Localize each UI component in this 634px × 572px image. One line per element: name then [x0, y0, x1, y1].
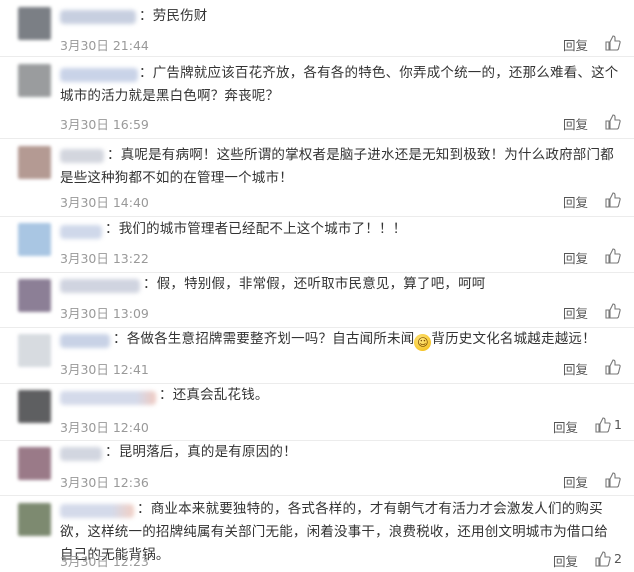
reply-button[interactable]: 回复: [563, 472, 588, 491]
reply-button[interactable]: 回复: [563, 114, 588, 133]
comment-item: ：还真会乱花钱。 3月30日 12:40 回复 1: [0, 384, 634, 441]
comment-time: 3月30日 12:36: [60, 475, 149, 490]
like-count: 1: [614, 417, 622, 432]
reply-button[interactable]: 回复: [563, 192, 588, 211]
comment-time: 3月30日 12:40: [60, 420, 149, 435]
comment-item: ：真呢是有病啊！这些所谓的掌权者是脑子进水还是无知到极致！为什么政府部门都是些这…: [0, 139, 634, 217]
comment-time: 3月30日 13:09: [60, 306, 149, 321]
comment-time: 3月30日 12:41: [60, 362, 149, 377]
comment-time: 3月30日 12:23: [60, 554, 149, 569]
avatar[interactable]: [18, 390, 51, 423]
comment-text: ：真呢是有病啊！这些所谓的掌权者是脑子进水还是无知到极致！为什么政府部门都是些这…: [60, 147, 614, 186]
comment-time: 3月30日 14:40: [60, 195, 149, 210]
smiley-emoji-icon: ☺: [414, 334, 432, 351]
thumbs-up-icon[interactable]: [605, 472, 621, 488]
like-count: 2: [614, 551, 622, 566]
comment-text: ：我们的城市管理者已经配不上这个城市了！！！: [105, 221, 407, 237]
reply-button[interactable]: 回复: [553, 551, 578, 570]
avatar[interactable]: [18, 279, 51, 312]
avatar[interactable]: [18, 503, 51, 536]
thumbs-up-icon[interactable]: [605, 303, 621, 319]
avatar[interactable]: [18, 223, 51, 256]
comment-time: 3月30日 21:44: [60, 38, 149, 53]
comment-item: ：昆明落后，真的是有原因的！ 3月30日 12:36 回复: [0, 441, 634, 496]
comment-time: 3月30日 16:59: [60, 117, 149, 132]
reply-button[interactable]: 回复: [563, 35, 588, 54]
comment-item: ：劳民伤财 3月30日 21:44 回复: [0, 0, 634, 57]
thumbs-up-icon[interactable]: [595, 551, 611, 567]
avatar[interactable]: [18, 447, 51, 480]
thumbs-up-icon[interactable]: [605, 192, 621, 208]
thumbs-up-icon[interactable]: [605, 359, 621, 375]
avatar[interactable]: [18, 146, 51, 179]
comment-item: ：商业本来就要独特的，各式各样的，才有朝气才有活力才会激发人们的购买欲，这样统一…: [0, 496, 634, 572]
comment-text: ：广告牌就应该百花齐放，各有各的特色、你弄成个统一的，还那么难看、这个城市的活力…: [60, 65, 619, 104]
avatar[interactable]: [18, 334, 51, 367]
thumbs-up-icon[interactable]: [605, 248, 621, 264]
comment-time: 3月30日 13:22: [60, 251, 149, 266]
comment-text: ：劳民伤财: [139, 8, 208, 24]
avatar[interactable]: [18, 64, 51, 97]
reply-button[interactable]: 回复: [563, 303, 588, 322]
comment-item: ：假，特别假，非常假，还听取市民意见，算了吧，呵呵 3月30日 13:09 回复: [0, 273, 634, 328]
reply-button[interactable]: 回复: [563, 359, 588, 378]
comment-list: ：劳民伤财 3月30日 21:44 回复 ：广告牌就应该百花齐放，各有各的特色、…: [0, 0, 634, 572]
reply-button[interactable]: 回复: [553, 417, 578, 436]
comment-text: ：昆明落后，真的是有原因的！: [105, 444, 297, 460]
comment-text: ：假，特别假，非常假，还听取市民意见，算了吧，呵呵: [143, 276, 486, 292]
thumbs-up-icon[interactable]: [605, 35, 621, 51]
comment-item: ：各做各生意招牌需要整齐划一吗？自古闻所未闻 ☺ 背历史文化名城越走越远！ 3月30…: [0, 328, 634, 384]
thumbs-up-icon[interactable]: [605, 114, 621, 130]
reply-button[interactable]: 回复: [563, 248, 588, 267]
comment-text: ：还真会乱花钱。: [159, 387, 269, 403]
comment-text: ：各做各生意招牌需要整齐划一吗？自古闻所未闻 ☺ 背历史文化名城越走越远！: [113, 331, 596, 351]
comment-item: ：我们的城市管理者已经配不上这个城市了！！！ 3月30日 13:22 回复: [0, 217, 634, 273]
comment-item: ：广告牌就应该百花齐放，各有各的特色、你弄成个统一的，还那么难看、这个城市的活力…: [0, 57, 634, 139]
thumbs-up-icon[interactable]: [595, 417, 611, 433]
avatar[interactable]: [18, 7, 51, 40]
